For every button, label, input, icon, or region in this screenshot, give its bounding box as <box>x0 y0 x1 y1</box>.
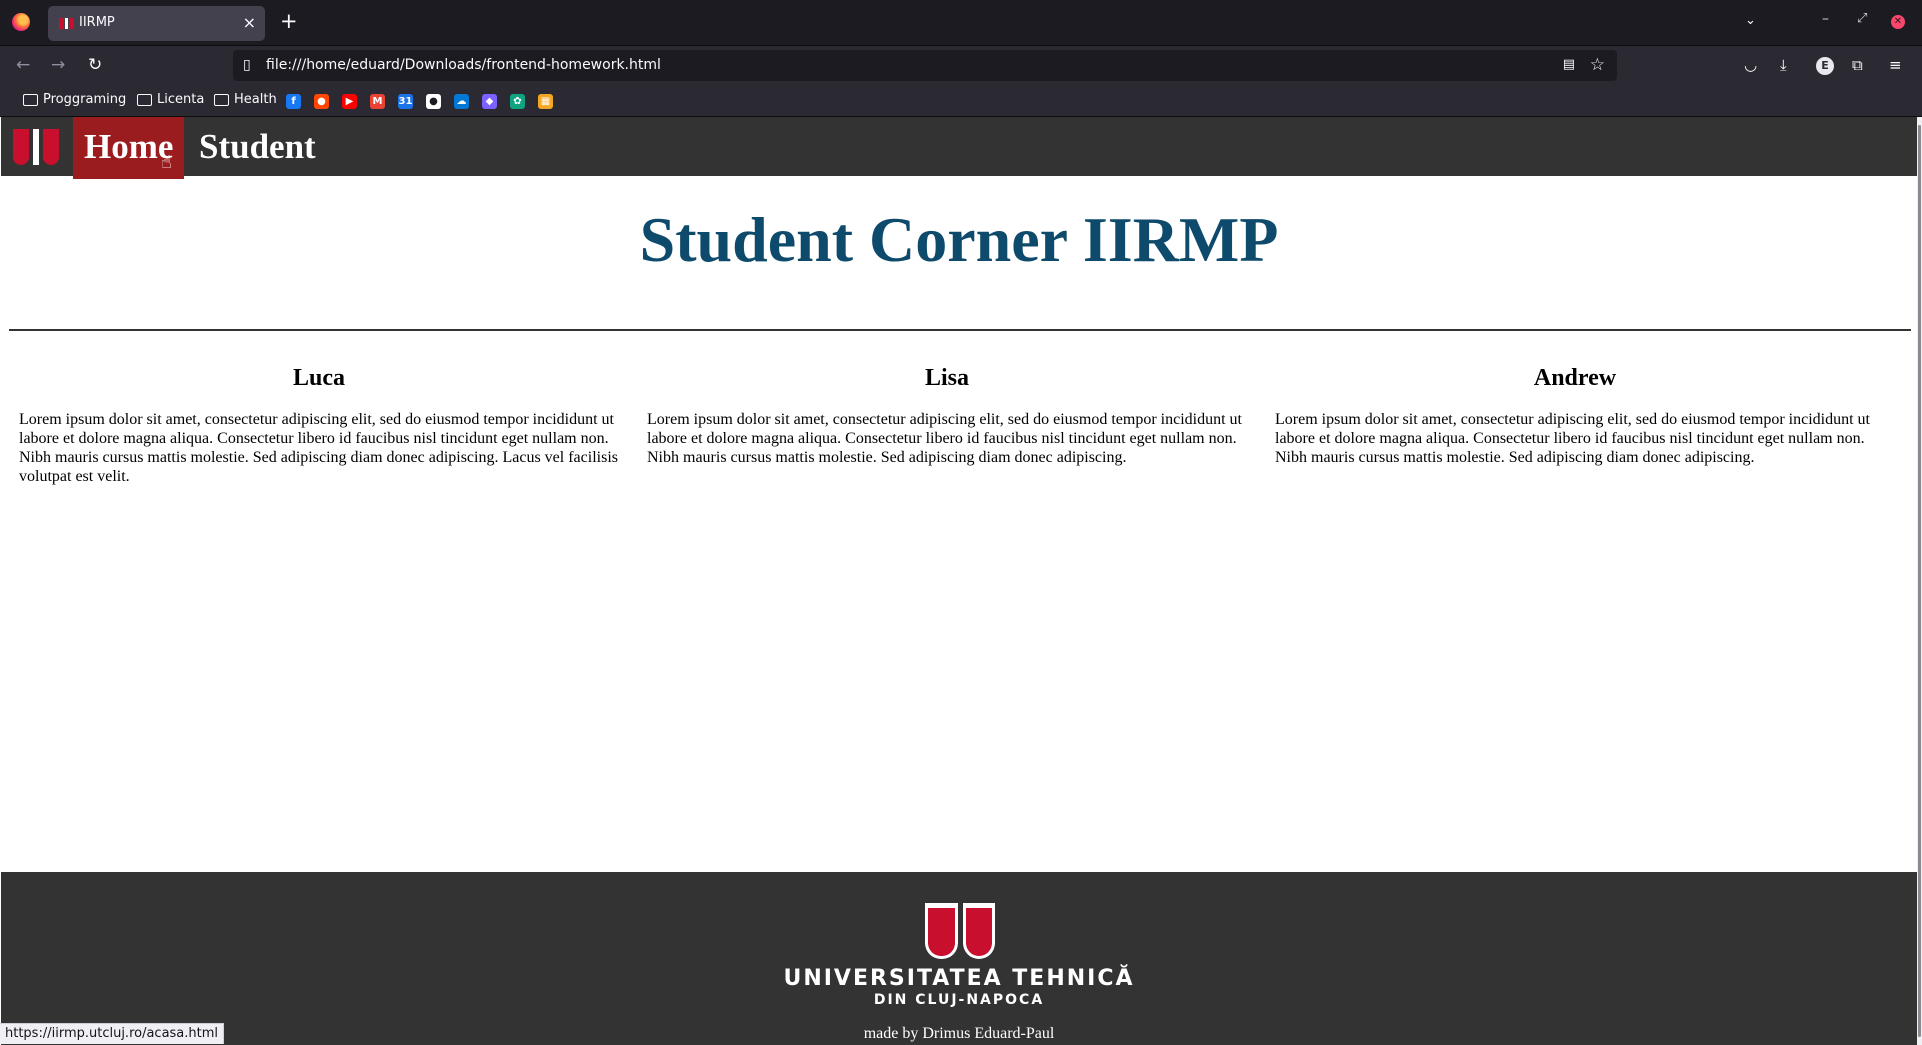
page-title: Student Corner IIRMP <box>639 204 1279 275</box>
student-bio: Lorem ipsum dolor sit amet, consectetur … <box>19 411 618 485</box>
app-icon[interactable]: ◆ <box>482 94 497 109</box>
chatgpt-icon[interactable]: ✿ <box>510 94 525 109</box>
tab-title: IIRMP <box>79 15 115 30</box>
footer-credit: made by Drimus Eduard-Paul <box>863 1025 1055 1042</box>
hand-cursor-icon: ☝ <box>161 152 172 173</box>
url-text[interactable]: file:///home/eduard/Downloads/frontend-h… <box>266 57 661 73</box>
nav-link-student[interactable]: Student <box>188 117 327 179</box>
bookmark-folder-label: Proggraming <box>43 92 127 107</box>
university-crest-icon <box>925 903 995 959</box>
site-footer: UNIVERSITATEA TEHNICĂ DIN CLUJ-NAPOCA ma… <box>1 872 1917 1045</box>
downloads-icon[interactable]: ⤓ <box>1780 56 1787 74</box>
student-name: Luca <box>292 365 345 391</box>
youtube-icon[interactable]: ▶ <box>342 94 357 109</box>
web-page: Home Student ☝ Student Corner IIRMP Luca… <box>1 117 1917 1045</box>
status-link-preview: https://iirmp.utcluj.ro/acasa.html <box>0 1023 225 1044</box>
chevron-down-icon[interactable]: ⌄ <box>1745 13 1756 28</box>
menu-icon[interactable]: ≡ <box>1889 56 1902 74</box>
university-logo-icon[interactable] <box>13 129 59 165</box>
site-navbar: Home Student ☝ <box>1 117 1917 179</box>
reload-icon[interactable]: ↻ <box>88 55 102 75</box>
site-favicon-icon <box>59 18 75 29</box>
close-window-icon[interactable]: ✕ <box>1891 15 1905 29</box>
student-name: Andrew <box>1533 365 1617 391</box>
university-name: UNIVERSITATEA TEHNICĂ <box>783 966 1135 991</box>
student-name: Lisa <box>924 365 969 391</box>
new-tab-icon[interactable]: + <box>280 9 298 33</box>
restore-icon[interactable]: ⤢ <box>1857 11 1867 26</box>
back-icon[interactable]: ← <box>16 55 30 75</box>
page-info-icon[interactable]: ▯ <box>243 57 251 73</box>
student-card-luca: Luca Lorem ipsum dolor sit amet, consect… <box>19 365 619 486</box>
navigation-toolbar: ← → ↻ ▯ file:///home/eduard/Downloads/fr… <box>0 46 1922 86</box>
student-card-andrew: Andrew Lorem ipsum dolor sit amet, conse… <box>1275 365 1875 467</box>
student-bio: Lorem ipsum dolor sit amet, consectetur … <box>1275 411 1870 466</box>
tab-active[interactable]: IIRMP × <box>48 6 265 41</box>
bookmark-folder-label: Health <box>234 92 277 107</box>
folder-icon <box>214 93 229 106</box>
tab-close-icon[interactable]: × <box>243 13 256 32</box>
github-icon[interactable]: ● <box>426 94 441 109</box>
university-city: DIN CLUJ-NAPOCA <box>873 992 1045 1008</box>
pocket-icon[interactable]: ◡ <box>1744 56 1757 74</box>
onedrive-icon[interactable]: ☁ <box>454 94 469 109</box>
reader-view-icon[interactable]: ▤ <box>1563 57 1575 72</box>
bookmark-star-icon[interactable]: ☆ <box>1590 55 1605 75</box>
address-bar[interactable]: ▯ file:///home/eduard/Downloads/frontend… <box>233 50 1617 81</box>
gmail-icon[interactable]: M <box>370 94 385 109</box>
account-avatar-icon[interactable]: E <box>1816 57 1834 75</box>
folder-icon <box>137 93 152 106</box>
scrollbar-thumb[interactable] <box>1918 125 1921 1037</box>
reddit-icon[interactable]: ● <box>314 94 329 109</box>
divider <box>9 329 1911 331</box>
bookmarks-toolbar: Proggraming Licenta Health f ● ▶ M 31 ● ☁ ◆ ✿ ▦ <box>0 86 1922 117</box>
calendar-icon[interactable]: 31 <box>398 94 413 109</box>
bookmark-folder-label: Licenta <box>157 92 205 107</box>
bookmark-folder-proggraming[interactable]: Proggraming <box>23 92 126 107</box>
tab-strip: IIRMP × + ⌄ – ⤢ ✕ <box>0 0 1922 46</box>
bookmark-folder-health[interactable]: Health <box>214 92 277 107</box>
firefox-icon[interactable] <box>12 13 30 31</box>
student-card-lisa: Lisa Lorem ipsum dolor sit amet, consect… <box>647 365 1247 467</box>
folder-icon <box>23 93 38 106</box>
extensions-icon[interactable]: ⧉ <box>1852 56 1863 74</box>
minimize-icon[interactable]: – <box>1822 11 1829 27</box>
bookmark-folder-licenta[interactable]: Licenta <box>137 92 204 107</box>
forward-icon[interactable]: → <box>51 55 65 75</box>
grid-app-icon[interactable]: ▦ <box>538 94 553 109</box>
student-bio: Lorem ipsum dolor sit amet, consectetur … <box>647 411 1242 466</box>
facebook-icon[interactable]: f <box>286 94 301 109</box>
